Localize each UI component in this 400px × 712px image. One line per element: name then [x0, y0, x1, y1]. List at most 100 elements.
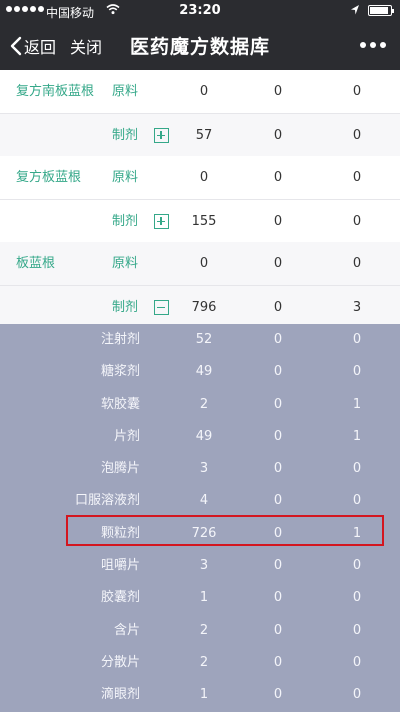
- value-col1: 4: [199, 493, 209, 509]
- table-row: 复方板蓝根 原料 0 0 0: [0, 156, 400, 199]
- value-col2: 0: [273, 128, 283, 143]
- chevron-left-icon: [10, 36, 22, 56]
- value-col2: 0: [273, 170, 283, 185]
- type-label: 原料: [112, 170, 139, 185]
- list-item[interactable]: 糖浆剂 49 0 0: [0, 356, 400, 388]
- dosage-form: 含片: [113, 622, 140, 638]
- list-item[interactable]: 咀嚼片 3 0 0: [0, 550, 400, 582]
- table-row: 复方南板蓝根 原料 0 0 0: [0, 70, 400, 113]
- value-col3: 0: [352, 84, 362, 99]
- minus-box-icon[interactable]: [154, 300, 169, 315]
- battery-icon: [368, 5, 394, 16]
- value-col3: 0: [352, 332, 362, 347]
- list-item[interactable]: 分散片 2 0 0: [0, 647, 400, 679]
- list-item[interactable]: 含片 2 0 0: [0, 615, 400, 647]
- value-col3: 0: [352, 590, 362, 606]
- value-col1: 1: [199, 687, 209, 703]
- value-col1: 3: [199, 558, 209, 574]
- type-label: 原料: [112, 84, 139, 99]
- value-col1: 2: [199, 622, 209, 638]
- dosage-form: 咀嚼片: [100, 558, 140, 574]
- value-col2: 0: [273, 332, 283, 347]
- value-col2: 0: [273, 687, 283, 703]
- dosage-form: 糖浆剂: [100, 364, 140, 380]
- list-item[interactable]: 口服溶液剂 4 0 0: [0, 485, 400, 517]
- value-col2: 0: [273, 300, 283, 315]
- location-arrow-icon: [350, 4, 360, 19]
- drug-name[interactable]: 复方南板蓝根: [16, 70, 94, 113]
- drug-name[interactable]: 板蓝根: [16, 242, 55, 285]
- value-col3: 0: [352, 493, 362, 509]
- value-col1: 2: [199, 654, 209, 670]
- dosage-form: 分散片: [100, 654, 140, 670]
- value-col3: 0: [352, 558, 362, 574]
- value-col2: 0: [273, 364, 283, 380]
- value-col1: 52: [195, 332, 213, 347]
- value-col2: 0: [273, 558, 283, 574]
- plus-box-icon[interactable]: [154, 214, 169, 229]
- table-row: 板蓝根 原料 0 0 0: [0, 242, 400, 285]
- back-button[interactable]: 返回: [10, 34, 56, 58]
- list-item[interactable]: 胶囊剂 1 0 0: [0, 582, 400, 614]
- back-label: 返回: [24, 38, 57, 57]
- value-col1: 1: [199, 590, 209, 606]
- page-title: 医药魔方数据库: [130, 36, 271, 58]
- close-button[interactable]: 关闭: [70, 34, 102, 58]
- value-col3: 0: [352, 128, 362, 143]
- value-col2: 0: [273, 84, 283, 99]
- dosage-form: 注射剂: [100, 332, 140, 347]
- nav-bar: 返回 关闭 医药魔方数据库: [0, 22, 400, 70]
- list-item[interactable]: 泡腾片 3 0 0: [0, 453, 400, 485]
- value-col2: 0: [273, 461, 283, 477]
- value-col2: 0: [273, 396, 283, 412]
- value-col3: 0: [352, 461, 362, 477]
- value-col1: 796: [191, 300, 217, 315]
- dosage-form: 滴眼剂: [100, 687, 140, 703]
- value-col3: 0: [352, 214, 362, 229]
- highlight-box: [66, 515, 384, 546]
- value-col2: 0: [273, 622, 283, 638]
- value-col2: 0: [273, 493, 283, 509]
- more-dots-icon[interactable]: [360, 42, 386, 48]
- dosage-form: 片剂: [113, 428, 140, 444]
- value-col3: 1: [352, 396, 362, 412]
- value-col3: 1: [352, 428, 362, 444]
- list-item[interactable]: 片剂 49 0 1: [0, 421, 400, 453]
- value-col1: 0: [199, 84, 209, 99]
- list-item[interactable]: 滴眼剂 1 0 0: [0, 679, 400, 711]
- value-col1: 0: [199, 170, 209, 185]
- value-col2: 0: [273, 428, 283, 444]
- drug-name[interactable]: 复方板蓝根: [16, 156, 81, 199]
- list-item[interactable]: 软胶囊 2 0 1: [0, 389, 400, 421]
- plus-box-icon[interactable]: [154, 128, 169, 143]
- status-time: 23:20: [179, 3, 221, 18]
- value-col2: 0: [273, 590, 283, 606]
- list-item[interactable]: 注射剂 52 0 0: [0, 324, 400, 356]
- value-col3: 0: [352, 622, 362, 638]
- value-col1: 155: [191, 214, 217, 229]
- value-col1: 2: [199, 396, 209, 412]
- table-row: 制剂 155 0 0: [0, 199, 400, 242]
- value-col1: 57: [195, 128, 213, 143]
- value-col3: 0: [352, 654, 362, 670]
- table-row: 制剂 796 0 3: [0, 285, 400, 328]
- value-col2: 0: [273, 256, 283, 271]
- status-bar: 中国移动 23:20: [0, 0, 400, 22]
- value-col3: 0: [352, 256, 362, 271]
- value-col1: 0: [199, 256, 209, 271]
- value-col1: 3: [199, 461, 209, 477]
- value-col3: 0: [352, 687, 362, 703]
- value-col1: 49: [195, 428, 213, 444]
- table-row: 制剂 57 0 0: [0, 113, 400, 156]
- type-label: 制剂: [112, 300, 139, 315]
- value-col2: 0: [273, 654, 283, 670]
- value-col3: 3: [352, 300, 362, 315]
- dosage-form: 泡腾片: [100, 461, 140, 477]
- data-table: 复方南板蓝根 原料 0 0 0 制剂 57 0 0 复方板蓝根 原料 0 0 0…: [0, 70, 400, 328]
- dosage-form: 胶囊剂: [100, 590, 140, 606]
- value-col2: 0: [273, 214, 283, 229]
- type-label: 制剂: [112, 128, 139, 143]
- type-label: 制剂: [112, 214, 139, 229]
- dosage-form: 口服溶液剂: [74, 493, 140, 509]
- value-col3: 0: [352, 170, 362, 185]
